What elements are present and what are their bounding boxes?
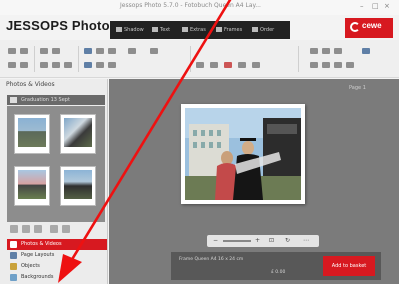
annotation-arrow: [58, 0, 232, 283]
app-window: Jessops Photo 5.7.0 - Fotobuch Queen A4 …: [0, 0, 399, 284]
